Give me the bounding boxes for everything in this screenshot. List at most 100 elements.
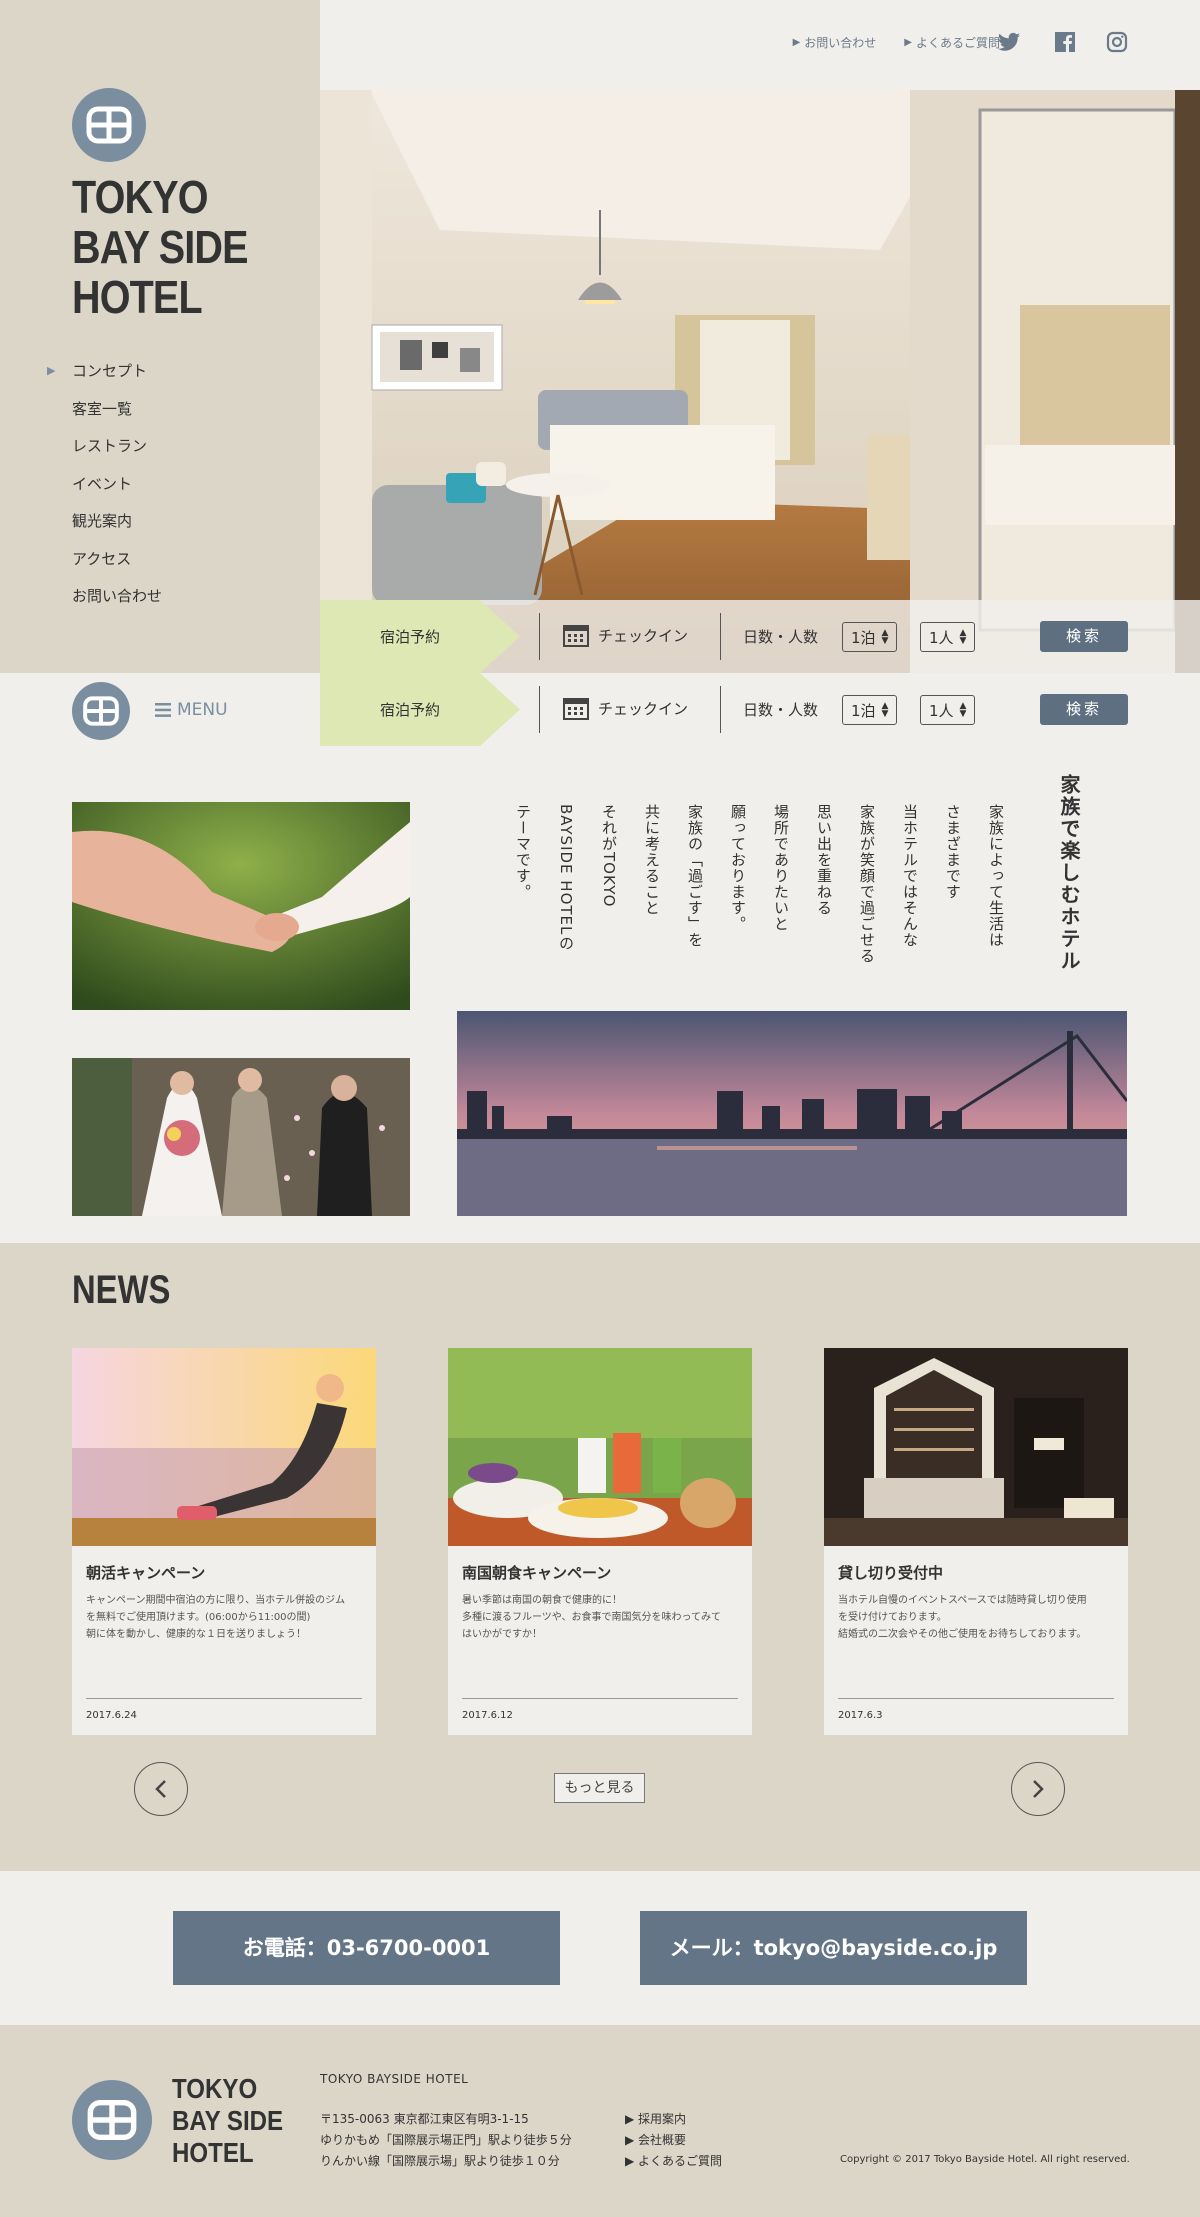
divider: [539, 613, 540, 660]
brand-line: HOTEL: [172, 2137, 254, 2168]
search-button[interactable]: 検索: [1040, 694, 1128, 725]
news-card-body: 当ホテル自慢のイベントスペースでは随時貸し切り使用 を受け付けております。 結婚…: [838, 1592, 1118, 1643]
nights-guests-label: 日数・人数: [743, 628, 819, 646]
menu-logo[interactable]: [72, 682, 130, 740]
nights-value: 1泊: [851, 701, 876, 720]
footer-hotel-name: TOKYO BAYSIDE HOTEL: [320, 2072, 469, 2086]
select-arrows-icon: ▲ ▼: [959, 701, 967, 719]
footer-link-label: 採用案内: [638, 2112, 687, 2126]
nav-item-access[interactable]: アクセス: [72, 546, 162, 584]
nights-select[interactable]: 1泊 ▲ ▼: [842, 622, 898, 652]
nav-item-rooms[interactable]: 客室一覧: [72, 396, 162, 434]
news-card-line: 暑い季節は南国の朝食で健康的に！: [462, 1595, 622, 1606]
divider: [720, 686, 721, 733]
hero-image-hotel-room: [320, 90, 1200, 673]
menu-button[interactable]: MENU: [155, 700, 228, 720]
nav-item-contact[interactable]: お問い合わせ: [72, 583, 162, 621]
chevron-left-icon: [155, 1780, 166, 1798]
nights-select[interactable]: 1泊 ▲ ▼: [842, 695, 898, 725]
footer-link-label: よくあるご質問: [638, 2154, 723, 2168]
instagram-icon[interactable]: [1105, 30, 1129, 54]
holding-hands-image: [72, 802, 410, 1010]
brand-line: TOKYO: [72, 171, 209, 223]
mail-contact-button[interactable]: メール：tokyo@bayside.co.jp: [640, 1911, 1027, 1985]
brand-line: TOKYO: [172, 2073, 258, 2104]
footer-logo[interactable]: [72, 2080, 152, 2160]
wedding-image: [72, 1058, 410, 1216]
footer-address: 〒135-0063 東京都江東区有明3-1-15 ゆりかもめ「国際展示場正門」駅…: [320, 2109, 572, 2172]
nav-item-concept[interactable]: コンセプト: [47, 358, 162, 396]
more-button[interactable]: もっと見る: [554, 1773, 645, 1803]
search-button[interactable]: 検索: [1040, 621, 1128, 652]
reservation-label: 宿泊予約: [380, 701, 441, 719]
concept-line: それがTOKYO: [600, 804, 618, 908]
footer-links: ▶ 採用案内 ▶ 会社概要 ▶ よくあるご質問: [625, 2109, 722, 2172]
footer-link-company[interactable]: ▶ 会社概要: [625, 2130, 722, 2151]
contact-link[interactable]: ▶ お問い合わせ: [793, 34, 877, 51]
news-card-line: キャンペーン期間中宿泊の方に限り、当ホテル併設のジム: [86, 1595, 346, 1606]
divider: [539, 686, 540, 733]
guests-value: 1人: [929, 628, 954, 647]
news-card-title: 南国朝食キャンペーン: [462, 1564, 612, 1582]
footer-link-recruit[interactable]: ▶ 採用案内: [625, 2109, 722, 2130]
select-arrows-icon: ▲ ▼: [881, 628, 889, 646]
concept-line: 家族が笑顔で過ごせる: [858, 804, 876, 964]
footer-link-label: 会社概要: [638, 2133, 687, 2147]
top-links: ▶ お問い合わせ ▶ よくあるご質問: [793, 34, 1000, 51]
faq-link[interactable]: ▶ よくあるご質問: [904, 34, 1000, 51]
concept-line: 願っております。: [729, 804, 747, 932]
reservation-label-tab: 宿泊予約: [320, 600, 520, 673]
contact-link-label: お問い合わせ: [804, 36, 877, 50]
wedding-photo: [72, 1058, 410, 1216]
brand-logotype[interactable]: TOKYO BAY SIDE HOTEL: [72, 172, 248, 322]
news-next-button[interactable]: [1011, 1762, 1065, 1816]
concept-line: テーマです。: [514, 804, 532, 900]
sidebar: TOKYO BAY SIDE HOTEL コンセプト 客室一覧 レストラン イベ…: [0, 0, 320, 673]
hotel-room-photo: [320, 90, 1200, 673]
concept-line: 家族の「過ごす」を: [686, 804, 704, 948]
nav-item-event[interactable]: イベント: [72, 471, 162, 509]
news-card-title: 貸し切り受付中: [838, 1564, 944, 1582]
divider: [720, 613, 721, 660]
select-arrows-icon: ▲ ▼: [959, 628, 967, 646]
rainbow-bridge-skyline-image: [457, 1011, 1127, 1216]
address-line: ゆりかもめ「国際展示場正門」駅より徒歩５分: [320, 2133, 572, 2147]
bay-sunset-photo: [457, 1011, 1127, 1216]
phone-contact-button[interactable]: お電話：03-6700-0001: [173, 1911, 560, 1985]
news-card[interactable]: 朝活キャンペーン キャンペーン期間中宿泊の方に限り、当ホテル併設のジム を無料で…: [72, 1348, 376, 1735]
footer-link-faq[interactable]: ▶ よくあるご質問: [625, 2151, 722, 2172]
nav-item-restaurant[interactable]: レストラン: [72, 433, 162, 471]
guests-select[interactable]: 1人 ▲ ▼: [920, 622, 976, 652]
twitter-icon[interactable]: [997, 30, 1021, 54]
news-card-line: を受け付けております。: [838, 1612, 947, 1623]
news-card-line: はいかがですか！: [462, 1629, 542, 1640]
holding-hands-photo: [72, 802, 410, 1010]
hotel-logo[interactable]: [72, 88, 146, 162]
facebook-icon[interactable]: [1053, 30, 1077, 54]
event-space-bar-image: [824, 1348, 1128, 1546]
calendar-icon: [563, 625, 589, 647]
reservation-bar-hero: 宿泊予約 チェックイン 日数・人数 1泊 ▲ ▼ 1人 ▲ ▼ 検索: [320, 600, 1200, 673]
news-card-line: 朝に体を動かし、健康的な１日を送りましょう！: [86, 1629, 306, 1640]
concept-line: BAYSIDE HOTELの: [557, 804, 575, 952]
hamburger-icon: [155, 703, 171, 717]
news-card-image: [824, 1348, 1128, 1546]
news-card-title: 朝活キャンペーン: [86, 1564, 206, 1582]
concept-line: 場所でありたいと: [772, 804, 790, 932]
checkin-button[interactable]: チェックイン: [563, 623, 688, 647]
news-prev-button[interactable]: [134, 1762, 188, 1816]
bs-monogram-icon: [87, 2099, 137, 2141]
checkin-button[interactable]: チェックイン: [563, 696, 688, 720]
select-arrows-icon: ▲ ▼: [881, 701, 889, 719]
checkin-label: チェックイン: [598, 626, 689, 645]
nav-item-sightseeing[interactable]: 観光案内: [72, 508, 162, 546]
brand-line: BAY SIDE: [172, 2105, 284, 2136]
concept-title: 家族で楽しむホテル: [1057, 774, 1081, 972]
news-card-line: 当ホテル自慢のイベントスペースでは随時貸し切り使用: [838, 1595, 1087, 1606]
news-card[interactable]: 南国朝食キャンペーン 暑い季節は南国の朝食で健康的に！ 多種に渡るフルーツや、お…: [448, 1348, 752, 1735]
calendar-icon: [563, 698, 589, 720]
checkin-label: チェックイン: [598, 699, 689, 718]
news-card[interactable]: 貸し切り受付中 当ホテル自慢のイベントスペースでは随時貸し切り使用 を受け付けて…: [824, 1348, 1128, 1735]
news-card-date: 2017.6.24: [86, 1710, 137, 1721]
guests-select[interactable]: 1人 ▲ ▼: [920, 695, 976, 725]
